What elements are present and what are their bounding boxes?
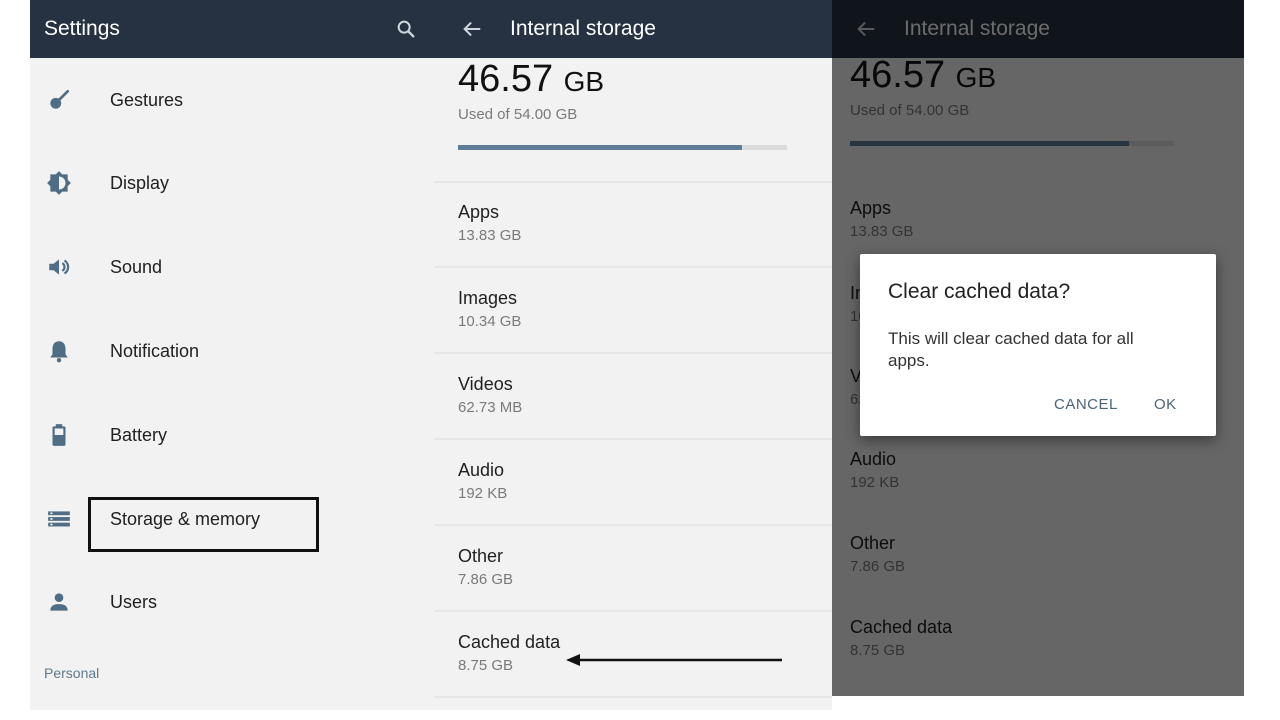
storage-item-size: 7.86 GB bbox=[458, 571, 514, 588]
person-icon bbox=[44, 587, 74, 617]
storage-item-name: Other bbox=[458, 546, 504, 566]
used-storage-value: 46.57 GB bbox=[458, 58, 604, 101]
clear-cache-dialog: Clear cached data? This will clear cache… bbox=[860, 254, 1216, 436]
settings-item-notification[interactable]: Notification bbox=[30, 321, 434, 381]
divider bbox=[434, 352, 832, 354]
storage-item-images[interactable]: Images 10.34 GB bbox=[458, 288, 521, 330]
divider bbox=[434, 266, 832, 268]
storage-highlight-box bbox=[88, 497, 319, 552]
back-arrow-icon[interactable] bbox=[458, 15, 486, 43]
settings-item-gestures[interactable]: Gestures bbox=[30, 70, 434, 130]
settings-item-label: Gestures bbox=[110, 89, 184, 110]
settings-item-users[interactable]: Users bbox=[30, 572, 434, 632]
storage-item-size: 192 KB bbox=[458, 485, 508, 502]
settings-item-label: Users bbox=[110, 591, 158, 612]
storage-progress-bar bbox=[458, 145, 787, 150]
settings-item-label: Display bbox=[110, 172, 170, 193]
storage-item-size: 62.73 MB bbox=[458, 399, 523, 416]
storage-title: Internal storage bbox=[510, 17, 656, 40]
divider bbox=[434, 438, 832, 440]
settings-item-label: Battery bbox=[110, 424, 168, 445]
bell-icon bbox=[44, 336, 74, 366]
divider bbox=[434, 696, 832, 698]
brightness-icon bbox=[44, 168, 74, 198]
storage-item-cached-data[interactable]: Cached data 8.75 GB bbox=[458, 632, 560, 674]
storage-item-name: Cached data bbox=[458, 632, 561, 652]
settings-item-battery[interactable]: Battery bbox=[30, 405, 434, 465]
storage-panel-dialog: Internal storage 46.57 GB Used of 54.00 … bbox=[832, 0, 1244, 696]
storage-panel: Internal storage 46.57 GB Used of 54.00 … bbox=[434, 0, 832, 710]
used-unit: GB bbox=[563, 66, 605, 97]
storage-item-audio[interactable]: Audio 192 KB bbox=[458, 460, 507, 502]
divider bbox=[434, 181, 832, 183]
storage-item-size: 8.75 GB bbox=[458, 657, 514, 674]
storage-icon bbox=[44, 504, 74, 534]
search-icon[interactable] bbox=[392, 15, 420, 43]
storage-item-other[interactable]: Other 7.86 GB bbox=[458, 546, 513, 588]
settings-item-display[interactable]: Display bbox=[30, 153, 434, 213]
storage-item-videos[interactable]: Videos 62.73 MB bbox=[458, 374, 522, 416]
volume-icon bbox=[44, 252, 74, 282]
storage-progress-fill bbox=[458, 145, 742, 150]
storage-app-bar: Internal storage bbox=[434, 0, 832, 58]
settings-panel: Settings Gestures Display Sound Notifica… bbox=[30, 0, 434, 710]
used-of-total: Used of 54.00 GB bbox=[458, 106, 578, 123]
dialog-message: This will clear cached data for all apps… bbox=[888, 329, 1134, 370]
storage-item-size: 10.34 GB bbox=[458, 313, 522, 330]
storage-item-name: Videos bbox=[458, 374, 513, 394]
storage-item-name: Images bbox=[458, 288, 518, 308]
settings-item-sound[interactable]: Sound bbox=[30, 237, 434, 297]
cancel-button[interactable]: CANCEL bbox=[1054, 396, 1118, 413]
settings-title: Settings bbox=[44, 17, 120, 40]
dialog-title: Clear cached data? bbox=[888, 280, 1071, 303]
divider bbox=[434, 524, 832, 526]
storage-item-apps[interactable]: Apps 13.83 GB bbox=[458, 202, 521, 244]
storage-item-name: Audio bbox=[458, 460, 505, 480]
ok-button[interactable]: OK bbox=[1154, 396, 1177, 413]
screenshot-collage: Settings Gestures Display Sound Notifica… bbox=[0, 0, 1280, 720]
used-number: 46.57 bbox=[458, 58, 554, 100]
settings-item-label: Notification bbox=[110, 340, 200, 361]
gestures-icon bbox=[44, 85, 74, 115]
section-header-personal: Personal bbox=[44, 665, 100, 681]
divider bbox=[434, 610, 832, 612]
storage-item-name: Apps bbox=[458, 202, 500, 222]
storage-item-size: 13.83 GB bbox=[458, 227, 522, 244]
settings-item-label: Sound bbox=[110, 256, 163, 277]
battery-icon bbox=[44, 420, 74, 450]
pointer-arrow-icon bbox=[566, 654, 782, 666]
settings-app-bar: Settings bbox=[30, 0, 434, 58]
